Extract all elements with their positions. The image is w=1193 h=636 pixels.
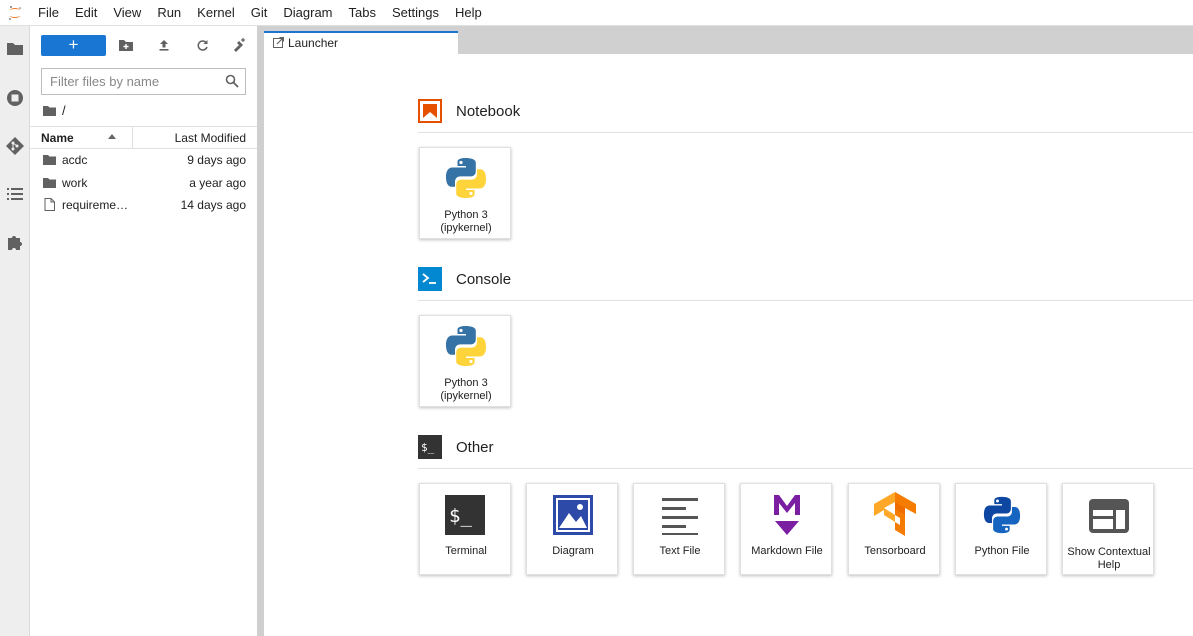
section-title: Other [456, 438, 494, 456]
card-label: Show Contextual Help [1067, 546, 1151, 571]
contextual-help-icon [1089, 499, 1129, 533]
git-icon[interactable] [5, 136, 25, 156]
card-label: Python 3 (ipykernel) [440, 377, 492, 402]
section-divider [418, 132, 1193, 133]
card-label: Terminal [445, 545, 487, 557]
launcher-tab-icon [273, 37, 284, 48]
card-label: Python File [974, 545, 1030, 557]
folder-icon[interactable] [5, 38, 25, 58]
card-label: Diagram [552, 545, 594, 557]
file-list-header: Name Last Modified [30, 126, 257, 149]
git-clone-icon[interactable] [230, 36, 248, 54]
diagram-icon [553, 495, 593, 535]
folder-icon [43, 155, 56, 165]
card-label: Tensorboard [864, 545, 926, 557]
menu-diagram[interactable]: Diagram [275, 0, 340, 26]
tensorflow-icon [874, 492, 916, 536]
section-divider [418, 468, 1193, 469]
section-divider [418, 300, 1193, 301]
text-file-icon [662, 498, 698, 535]
file-name: acdc [62, 153, 88, 167]
breadcrumb-root[interactable]: / [62, 103, 66, 118]
refresh-icon[interactable] [193, 36, 211, 54]
card-label: Text File [659, 545, 701, 557]
tab-launcher[interactable]: Launcher [264, 31, 458, 54]
tab-label: Launcher [288, 36, 339, 50]
section-notebook-header: Notebook [418, 99, 520, 123]
home-folder-icon[interactable] [43, 105, 56, 116]
terminal-icon: $_ [445, 495, 485, 535]
breadcrumb: / [43, 102, 66, 118]
card-label: Markdown File [751, 545, 823, 557]
section-title: Notebook [456, 102, 521, 120]
new-folder-icon[interactable] [117, 36, 135, 54]
notebook-icon [418, 99, 442, 123]
column-name-header[interactable]: Name [41, 131, 74, 145]
terminal-card[interactable]: $_ Terminal [419, 483, 511, 575]
file-browser-toolbar: + [30, 26, 257, 64]
section-other-header: $_ Other [418, 435, 494, 459]
upload-icon[interactable] [155, 36, 173, 54]
file-modified: 14 days ago [180, 198, 246, 212]
text-file-icon [44, 198, 55, 211]
other-terminal-icon: $_ [418, 435, 442, 459]
menu-file[interactable]: File [30, 0, 67, 26]
menu-settings[interactable]: Settings [384, 0, 447, 26]
file-modified: a year ago [189, 176, 246, 190]
jupyter-logo-icon [0, 0, 30, 26]
file-browser-panel: + / Name Last Modified acdc 9 days ago [30, 26, 257, 636]
table-of-contents-icon[interactable] [5, 184, 25, 204]
menu-git[interactable]: Git [243, 0, 276, 26]
menu-kernel[interactable]: Kernel [189, 0, 243, 26]
running-sessions-icon[interactable] [5, 88, 25, 108]
file-name: work [62, 176, 88, 190]
markdown-icon [774, 495, 800, 535]
section-title: Console [456, 270, 512, 288]
sort-ascending-icon [108, 134, 116, 139]
column-divider[interactable] [132, 127, 133, 149]
section-console-header: Console [418, 267, 511, 291]
menu-run[interactable]: Run [149, 0, 189, 26]
contextual-help-card[interactable]: Show Contextual Help [1062, 483, 1154, 575]
panel-splitter[interactable] [257, 26, 264, 636]
tensorboard-card[interactable]: Tensorboard [848, 483, 940, 575]
markdown-file-card[interactable]: Markdown File [740, 483, 832, 575]
file-name: requirements.txt [62, 198, 130, 212]
notebook-python3-card[interactable]: Python 3 (ipykernel) [419, 147, 511, 239]
column-last-modified-header[interactable]: Last Modified [175, 131, 246, 145]
console-python3-card[interactable]: Python 3 (ipykernel) [419, 315, 511, 407]
svg-text:$_: $_ [421, 441, 435, 454]
menu-edit[interactable]: Edit [67, 0, 105, 26]
diagram-card[interactable]: Diagram [526, 483, 618, 575]
menu-tabs[interactable]: Tabs [341, 0, 384, 26]
console-icon [418, 267, 442, 291]
menu-help[interactable]: Help [447, 0, 490, 26]
menu-bar: File Edit View Run Kernel Git Diagram Ta… [0, 0, 1193, 26]
filter-files-box [41, 68, 246, 95]
svg-text:$_: $_ [449, 505, 472, 527]
folder-icon [43, 178, 56, 188]
new-launcher-button[interactable]: + [41, 35, 106, 56]
search-icon [225, 74, 239, 88]
file-row-requirements[interactable]: requirements.txt 14 days ago [30, 194, 257, 216]
python-file-card[interactable]: Python File [955, 483, 1047, 575]
filter-files-input[interactable] [42, 69, 222, 94]
main-tab-bar: Launcher [264, 26, 1193, 54]
extension-icon[interactable] [5, 232, 25, 252]
python-icon [446, 158, 486, 198]
launcher-panel: Notebook Python 3 (ipykernel) Console Py… [264, 54, 1193, 636]
text-file-card[interactable]: Text File [633, 483, 725, 575]
python-icon [446, 326, 486, 366]
activity-bar [0, 26, 30, 636]
file-row-acdc[interactable]: acdc 9 days ago [30, 149, 257, 171]
file-row-work[interactable]: work a year ago [30, 172, 257, 194]
python-file-icon [983, 496, 1021, 534]
menu-view[interactable]: View [105, 0, 149, 26]
file-modified: 9 days ago [187, 153, 246, 167]
card-label: Python 3 (ipykernel) [440, 209, 492, 234]
